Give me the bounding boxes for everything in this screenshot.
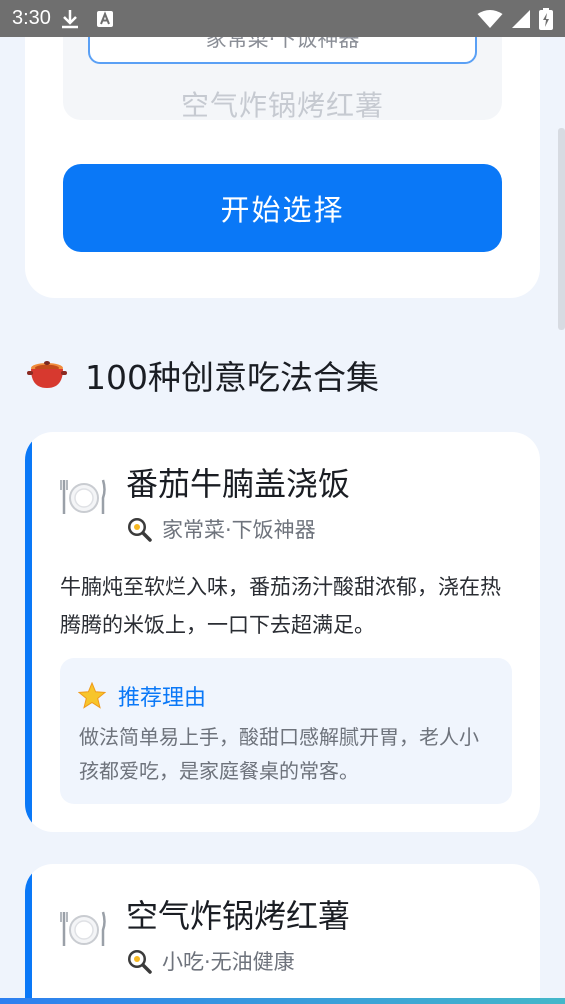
recipe-tags-label: 小吃·无油健康 bbox=[162, 950, 295, 974]
recipe-title: 番茄牛腩盖浇饭 bbox=[126, 465, 351, 503]
recipe-description: 牛腩炖至软烂入味，番茄汤汁酸甜浓郁，浇在热腾腾的米饭上，一口下去超满足。 bbox=[60, 575, 501, 637]
text-a-icon bbox=[96, 10, 113, 27]
start-button[interactable]: 开始选择 bbox=[63, 164, 502, 252]
wifi-icon bbox=[477, 9, 503, 28]
recommend-reason-box: 推荐理由 做法简单易上手，酸甜口感解腻开胃，老人小孩都爱吃，是家庭餐桌的常客。 bbox=[60, 658, 512, 804]
reason-title: 推荐理由 bbox=[118, 686, 207, 711]
recipe-card-header: 空气炸锅烤红薯 小吃·无油健康 bbox=[60, 894, 350, 976]
recipe-title: 空气炸锅烤红薯 bbox=[126, 897, 351, 935]
scrollbar[interactable] bbox=[558, 128, 565, 330]
picker-card: 家常菜·下饭神器 空气炸锅烤红薯 开始选择 bbox=[25, 0, 540, 298]
recipe-tags: 小吃·无油健康 bbox=[126, 946, 350, 976]
plate-icon bbox=[60, 479, 106, 514]
status-time: 3:30 bbox=[12, 7, 51, 29]
section-header: 100种创意吃法合集 bbox=[27, 350, 379, 400]
star-icon bbox=[78, 682, 106, 709]
app-screen: 家常菜·下饭神器 空气炸锅烤红薯 开始选择 100种创意吃法合集 番茄牛腩盖浇饭… bbox=[0, 0, 565, 1004]
recipe-tags: 家常菜·下饭神器 bbox=[126, 514, 350, 544]
fried-egg-pan-icon bbox=[128, 518, 152, 542]
picker-next-option[interactable]: 空气炸锅烤红薯 bbox=[63, 84, 502, 120]
battery-icon bbox=[539, 7, 553, 30]
signal-icon bbox=[512, 9, 530, 28]
reason-text: 做法简单易上手，酸甜口感解腻开胃，老人小孩都爱吃，是家庭餐桌的常客。 bbox=[79, 725, 479, 783]
section-title: 100种创意吃法合集 bbox=[85, 358, 379, 397]
recipe-card[interactable]: 空气炸锅烤红薯 小吃·无油健康 bbox=[25, 864, 540, 1004]
status-bar: 3:30 bbox=[0, 0, 565, 37]
recipe-card-header: 番茄牛腩盖浇饭 家常菜·下饭神器 bbox=[60, 462, 350, 544]
recipe-tags-label: 家常菜·下饭神器 bbox=[162, 518, 316, 542]
recipe-card[interactable]: 番茄牛腩盖浇饭 家常菜·下饭神器 牛腩炖至软烂入味，番茄汤汁酸甜浓郁，浇在热腾腾… bbox=[25, 432, 540, 832]
download-icon bbox=[61, 9, 78, 28]
plate-icon bbox=[60, 911, 106, 946]
pot-icon bbox=[27, 361, 67, 388]
bottom-accent-bar bbox=[0, 998, 565, 1004]
fried-egg-pan-icon bbox=[128, 950, 152, 974]
